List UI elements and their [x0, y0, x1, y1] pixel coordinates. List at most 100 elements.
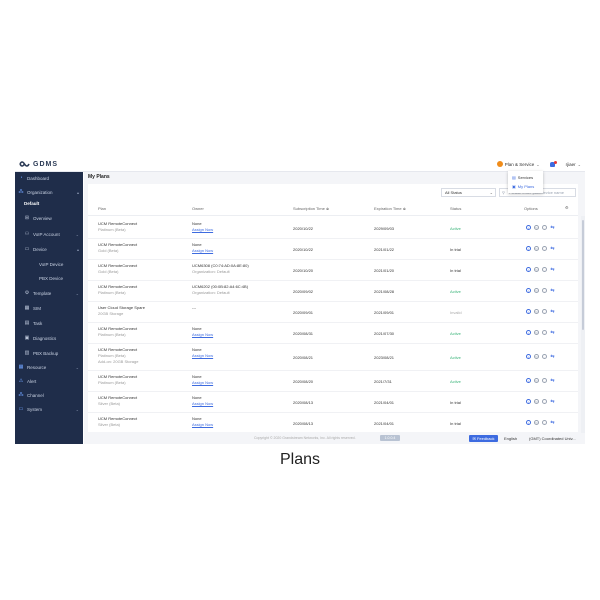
- info-icon[interactable]: i: [526, 420, 531, 425]
- info-icon[interactable]: i: [526, 246, 531, 251]
- assign-now-link[interactable]: Assign Now: [192, 248, 213, 253]
- task-icon: ▤: [24, 320, 30, 326]
- sidebar-item-pbx-backup[interactable]: ▥ PBX Backup: [15, 347, 83, 359]
- upgrade-icon[interactable]: ♢: [542, 399, 547, 404]
- info-icon[interactable]: i: [526, 354, 531, 359]
- sidebar-item-label: VoIP Device: [39, 261, 64, 267]
- chevron-down-icon: ⌄: [75, 406, 79, 412]
- status-badge: In trial: [450, 400, 461, 405]
- sidebar-item-default[interactable]: Default: [15, 197, 83, 209]
- scrollbar-thumb[interactable]: [582, 220, 584, 330]
- upgrade-icon[interactable]: ♢: [542, 225, 547, 230]
- sidebar-item-channel[interactable]: ⁂ Channel: [15, 389, 83, 401]
- plan-tier: Silver (Beta): [98, 422, 121, 427]
- info-icon[interactable]: i: [526, 225, 531, 230]
- upgrade-icon[interactable]: ♢: [542, 309, 547, 314]
- owner-name: ---: [192, 305, 196, 310]
- plan-name: UCM RemoteConnect: [98, 374, 138, 379]
- info-icon[interactable]: i: [526, 330, 531, 335]
- transfer-icon[interactable]: ⇆: [550, 225, 555, 231]
- assign-now-link[interactable]: Assign Now: [192, 227, 213, 232]
- info-icon[interactable]: i: [526, 309, 531, 314]
- transfer-icon[interactable]: ⇆: [550, 399, 555, 405]
- info-icon[interactable]: i: [526, 288, 531, 293]
- status-filter-select[interactable]: All Status ⌄: [441, 188, 496, 197]
- upgrade-icon[interactable]: ♢: [542, 330, 547, 335]
- renew-icon[interactable]: ↻: [534, 420, 539, 425]
- assign-now-link[interactable]: Assign Now: [192, 353, 213, 358]
- upgrade-icon[interactable]: ♢: [542, 288, 547, 293]
- sim-icon: ▦: [24, 305, 30, 311]
- upgrade-icon[interactable]: ♢: [542, 246, 547, 251]
- language-select[interactable]: English: [504, 436, 517, 441]
- transfer-icon[interactable]: ⇆: [550, 309, 555, 315]
- version-badge[interactable]: 1.0.0.4: [380, 435, 400, 441]
- transfer-icon[interactable]: ⇆: [550, 354, 555, 360]
- sidebar-item-label: Resource: [27, 364, 47, 370]
- scrollbar[interactable]: [581, 216, 585, 444]
- plan-addon: Add-on: 20GB Storage: [98, 359, 139, 364]
- renew-icon[interactable]: ↻: [534, 267, 539, 272]
- column-expiration-time[interactable]: Expiration Time ≑: [374, 206, 406, 211]
- sidebar-item-alert[interactable]: ⚠ Alert: [15, 375, 83, 387]
- sidebar-item-resource[interactable]: ▦ Resource ⌄: [15, 361, 83, 373]
- transfer-icon[interactable]: ⇆: [550, 267, 555, 273]
- info-icon[interactable]: i: [526, 267, 531, 272]
- sidebar-item-overview[interactable]: ⊞ Overview: [15, 212, 83, 224]
- column-settings-icon[interactable]: ⚙: [565, 205, 569, 210]
- dropdown-item-services[interactable]: ▤ Services: [512, 175, 533, 180]
- info-icon[interactable]: i: [526, 399, 531, 404]
- info-icon[interactable]: i: [526, 378, 531, 383]
- transfer-icon[interactable]: ⇆: [550, 378, 555, 384]
- upgrade-icon[interactable]: ♢: [542, 267, 547, 272]
- sidebar-item-voip-account[interactable]: ⚇ VoIP Account ⌄: [15, 228, 83, 240]
- column-status: Status: [450, 206, 462, 211]
- transfer-icon[interactable]: ⇆: [550, 288, 555, 294]
- assign-now-link[interactable]: Assign Now: [192, 332, 213, 337]
- sidebar-item-label: System: [27, 406, 43, 412]
- sidebar-item-system[interactable]: ▭ System ⌄: [15, 403, 83, 415]
- timezone-select[interactable]: (GMT) Coordinated Univ...: [529, 436, 576, 441]
- plans-icon: ▣: [512, 184, 516, 189]
- dropdown-item-my-plans[interactable]: ▣ My Plans: [512, 184, 534, 189]
- renew-icon[interactable]: ↻: [534, 399, 539, 404]
- renew-icon[interactable]: ↻: [534, 330, 539, 335]
- sidebar-item-dashboard[interactable]: ◔ Dashboard: [15, 172, 83, 184]
- plan-tier: Platinum (Beta): [98, 290, 126, 295]
- caption: Plans: [279, 451, 321, 468]
- renew-icon[interactable]: ↻: [534, 288, 539, 293]
- user-menu[interactable]: rjiaer ⌄: [566, 162, 581, 167]
- sidebar-item-diagnostics[interactable]: ▣ Diagnostics: [15, 332, 83, 344]
- column-subscription-time[interactable]: Subscription Time ≑: [293, 206, 329, 211]
- transfer-icon[interactable]: ⇆: [550, 246, 555, 252]
- subscription-time: 2020/08/31: [293, 331, 314, 336]
- sidebar-item-template[interactable]: ⚙ Template ⌄: [15, 287, 83, 299]
- notifications-button[interactable]: [549, 161, 557, 167]
- plan-service-menu[interactable]: Plan & Service ⌄: [496, 161, 540, 167]
- feedback-button[interactable]: ✉ Feedback: [469, 435, 498, 442]
- transfer-icon[interactable]: ⇆: [550, 330, 555, 336]
- logo-text: GDMS: [33, 160, 58, 168]
- sidebar-item-device[interactable]: ▭ Device ▴: [15, 243, 83, 255]
- renew-icon[interactable]: ↻: [534, 225, 539, 230]
- assign-now-link[interactable]: Assign Now: [192, 401, 213, 406]
- assign-now-link[interactable]: Assign Now: [192, 422, 213, 427]
- renew-icon[interactable]: ↻: [534, 354, 539, 359]
- plan-tier: Platinum (Beta): [98, 353, 126, 358]
- renew-icon[interactable]: ↻: [534, 246, 539, 251]
- upgrade-icon[interactable]: ♢: [542, 420, 547, 425]
- upgrade-icon[interactable]: ♢: [542, 354, 547, 359]
- transfer-icon[interactable]: ⇆: [550, 420, 555, 426]
- upgrade-icon[interactable]: ♢: [542, 378, 547, 383]
- renew-icon[interactable]: ↻: [534, 309, 539, 314]
- organization-icon: ⁂: [18, 189, 24, 195]
- plan-name: User Cloud Storage Spare: [98, 305, 145, 310]
- logo[interactable]: GDMS: [19, 159, 58, 169]
- assign-now-link[interactable]: Assign Now: [192, 380, 213, 385]
- main-content: My Plans All Status ⌄ ⚲ Please enter pla…: [84, 172, 585, 444]
- sidebar-item-task[interactable]: ▤ Task: [15, 317, 83, 329]
- sidebar-item-pbx-device[interactable]: PBX Device: [15, 272, 83, 284]
- sidebar-item-voip-device[interactable]: VoIP Device: [15, 258, 83, 270]
- renew-icon[interactable]: ↻: [534, 378, 539, 383]
- sidebar-item-sim[interactable]: ▦ SIM: [15, 302, 83, 314]
